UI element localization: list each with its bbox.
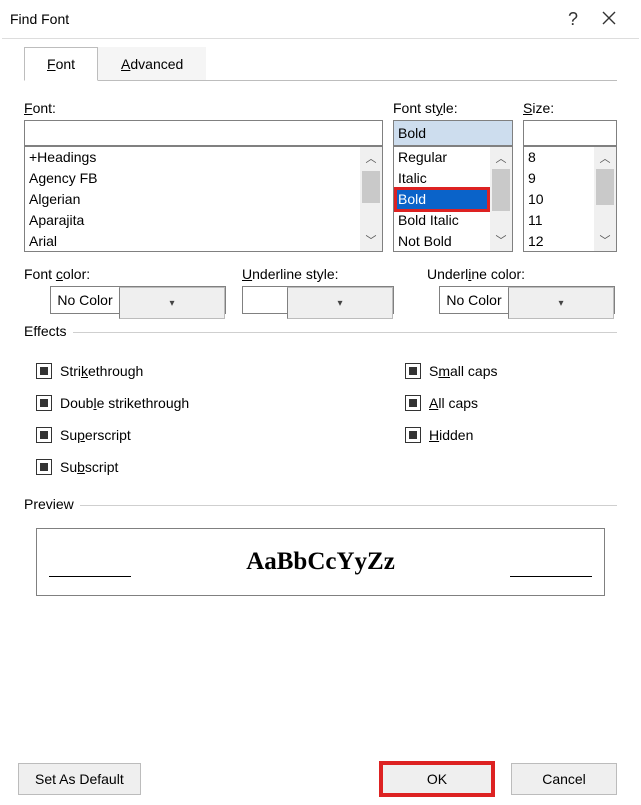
- font-color-value: No Color: [51, 287, 119, 313]
- list-item[interactable]: 11: [526, 210, 592, 231]
- checkbox-strikethrough[interactable]: Strikethrough: [36, 355, 405, 387]
- checkbox-hidden[interactable]: Hidden: [405, 419, 605, 451]
- scrollbar[interactable]: ︿ ﹀: [490, 147, 512, 251]
- preview-legend: Preview: [24, 496, 80, 512]
- tab-underline: [24, 80, 617, 81]
- title-bar: Find Font ?: [0, 0, 641, 38]
- tab-advanced[interactable]: Advanced: [98, 47, 206, 81]
- checkbox-icon: [36, 427, 52, 443]
- font-label: Font:: [24, 100, 383, 116]
- list-item[interactable]: Regular: [396, 147, 488, 168]
- tab-font[interactable]: Font: [24, 47, 98, 81]
- scroll-down-icon[interactable]: ﹀: [360, 229, 382, 251]
- preview-group: Preview AaBbCcYyZz: [24, 505, 617, 604]
- list-item[interactable]: Not Bold: [396, 231, 488, 252]
- preview-line: [49, 576, 131, 577]
- size-label: Size:: [523, 100, 617, 116]
- scroll-up-icon[interactable]: ︿: [360, 147, 382, 169]
- scrollbar[interactable]: ︿ ﹀: [594, 147, 616, 251]
- checkbox-icon: [36, 363, 52, 379]
- preview-text: AaBbCcYyZz: [246, 548, 395, 576]
- underline-style-value: [243, 287, 287, 313]
- list-item[interactable]: 10: [526, 189, 592, 210]
- help-icon[interactable]: ?: [555, 9, 591, 30]
- font-style-listbox[interactable]: Regular Italic Bold Bold Italic Not Bold…: [393, 146, 513, 252]
- font-style-input[interactable]: [393, 120, 513, 146]
- dialog-content: Font: +Headings Agency FB Algerian Apara…: [0, 82, 641, 614]
- checkbox-icon: [405, 427, 421, 443]
- chevron-down-icon[interactable]: ▾: [119, 287, 225, 319]
- list-item[interactable]: 8: [526, 147, 592, 168]
- checkbox-all-caps[interactable]: All caps: [405, 387, 605, 419]
- list-item[interactable]: Bold Italic: [396, 210, 488, 231]
- scroll-up-icon[interactable]: ︿: [594, 147, 616, 169]
- scroll-down-icon[interactable]: ﹀: [594, 229, 616, 251]
- scrollbar[interactable]: ︿ ﹀: [360, 147, 382, 251]
- checkbox-double-strikethrough[interactable]: Double strikethrough: [36, 387, 405, 419]
- checkbox-subscript[interactable]: Subscript: [36, 451, 405, 483]
- font-listbox[interactable]: +Headings Agency FB Algerian Aparajita A…: [24, 146, 383, 252]
- underline-color-value: No Color: [440, 287, 508, 313]
- ok-button[interactable]: OK: [381, 763, 493, 795]
- scroll-thumb[interactable]: [362, 171, 380, 203]
- checkbox-icon: [36, 459, 52, 475]
- list-item[interactable]: Italic: [396, 168, 488, 189]
- font-input[interactable]: [24, 120, 383, 146]
- window-title: Find Font: [10, 11, 555, 27]
- size-listbox[interactable]: 8 9 10 11 12 ︿ ﹀: [523, 146, 617, 252]
- chevron-down-icon[interactable]: ▾: [508, 287, 614, 319]
- chevron-down-icon[interactable]: ▾: [287, 287, 393, 319]
- set-as-default-button[interactable]: Set As Default: [18, 763, 141, 795]
- list-item[interactable]: 12: [526, 231, 592, 252]
- list-item[interactable]: Aparajita: [27, 210, 358, 231]
- checkbox-superscript[interactable]: Superscript: [36, 419, 405, 451]
- effects-legend: Effects: [24, 323, 73, 339]
- effects-group: Effects Strikethrough Double strikethrou…: [24, 332, 617, 491]
- size-input[interactable]: [523, 120, 617, 146]
- dialog-footer: Set As Default OK Cancel: [0, 763, 641, 795]
- preview-box: AaBbCcYyZz: [36, 528, 605, 596]
- checkbox-icon: [405, 395, 421, 411]
- font-style-label: Font style:: [393, 100, 513, 116]
- scroll-down-icon[interactable]: ﹀: [490, 229, 512, 251]
- list-item[interactable]: Agency FB: [27, 168, 358, 189]
- scroll-up-icon[interactable]: ︿: [490, 147, 512, 169]
- list-item[interactable]: Arial: [27, 231, 358, 252]
- scroll-thumb[interactable]: [492, 169, 510, 211]
- list-item[interactable]: +Headings: [27, 147, 358, 168]
- cancel-button[interactable]: Cancel: [511, 763, 617, 795]
- underline-color-combo[interactable]: No Color ▾: [439, 286, 615, 314]
- list-item[interactable]: 9: [526, 168, 592, 189]
- checkbox-small-caps[interactable]: Small caps: [405, 355, 605, 387]
- list-item-selected[interactable]: Bold: [396, 189, 488, 210]
- tab-strip: Font Advanced: [24, 47, 641, 81]
- checkbox-icon: [405, 363, 421, 379]
- close-icon[interactable]: [591, 11, 627, 28]
- font-color-combo[interactable]: No Color ▾: [50, 286, 226, 314]
- titlebar-divider: [2, 38, 639, 39]
- underline-color-label: Underline color:: [427, 266, 617, 282]
- underline-style-label: Underline style:: [242, 266, 409, 282]
- list-item[interactable]: Algerian: [27, 189, 358, 210]
- checkbox-icon: [36, 395, 52, 411]
- scroll-thumb[interactable]: [596, 169, 614, 205]
- preview-line: [510, 576, 592, 577]
- underline-style-combo[interactable]: ▾: [242, 286, 394, 314]
- font-color-label: Font color:: [24, 266, 224, 282]
